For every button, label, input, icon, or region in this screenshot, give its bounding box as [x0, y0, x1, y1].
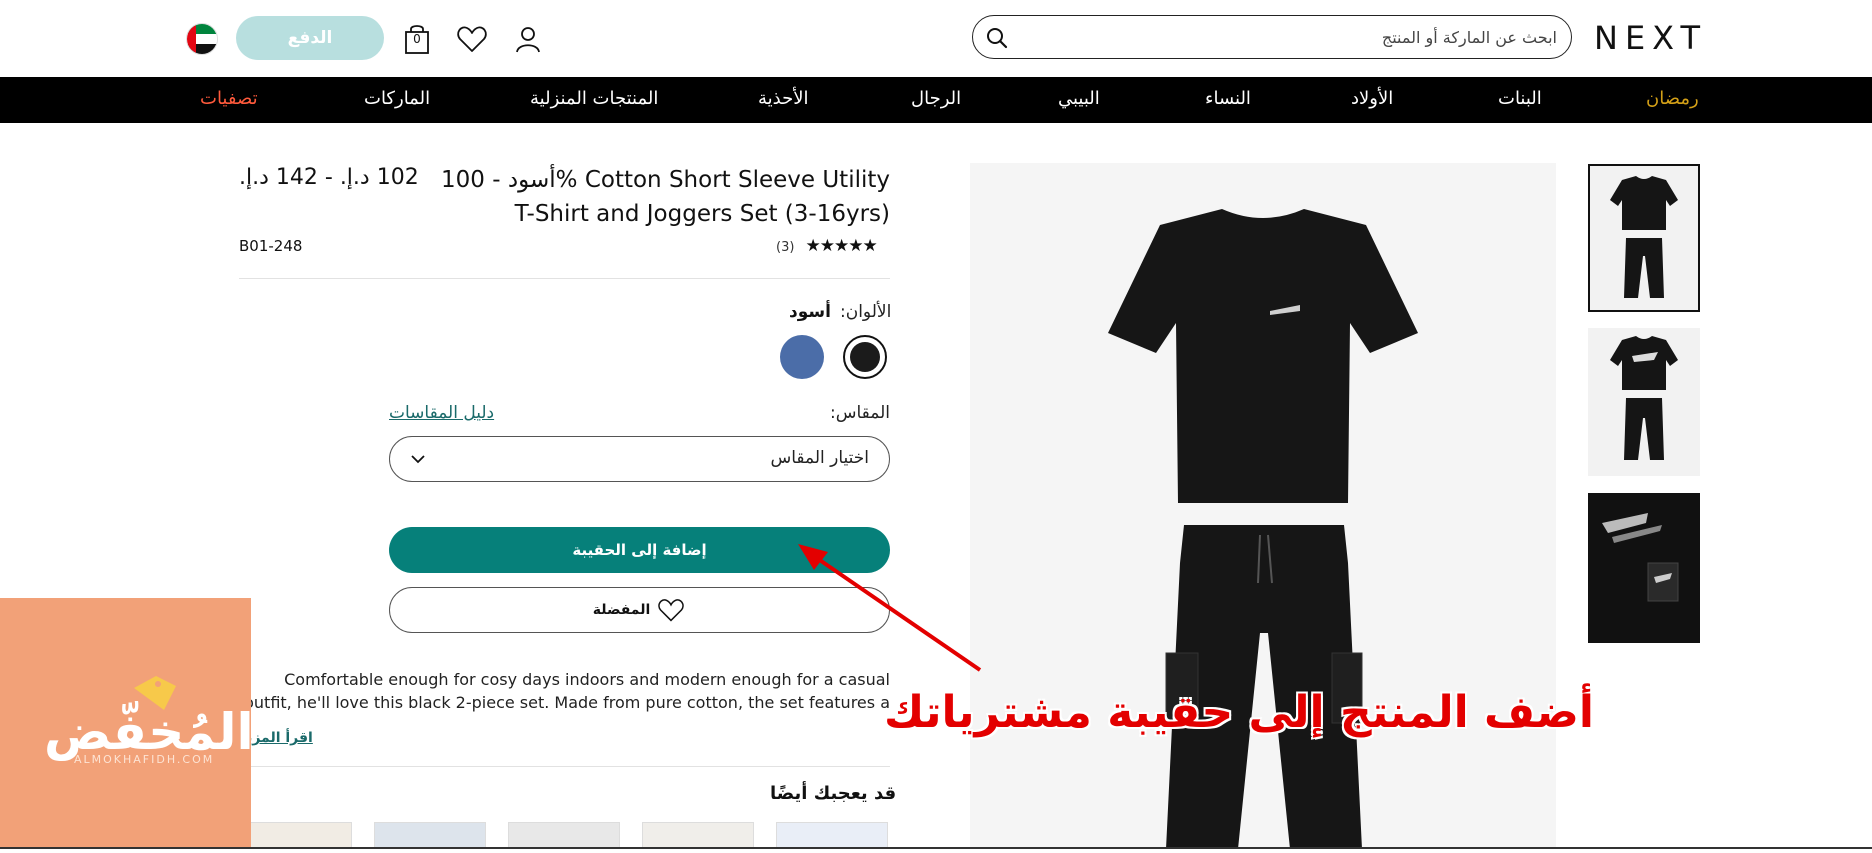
size-guide-link[interactable]: دليل المقاسات	[389, 403, 494, 423]
selected-colour: أسود	[789, 302, 831, 322]
nav-brands[interactable]: الماركات	[364, 88, 430, 109]
shopping-bag-icon[interactable]: 0	[402, 23, 432, 55]
bag-count-badge: 0	[413, 32, 421, 46]
nav-baby[interactable]: البيبي	[1058, 88, 1100, 109]
product-main-image[interactable]	[970, 163, 1556, 849]
annotation-arrow-icon	[798, 544, 982, 672]
size-select-value: اختيار المقاس	[770, 448, 869, 468]
recommendations-title: قد يعجبك أيضًا	[770, 783, 897, 804]
size-select[interactable]: اختيار المقاس	[389, 436, 890, 482]
search-icon[interactable]	[985, 26, 1009, 50]
site-header: NEXT ابحث عن الماركة أو المنتج 0 الدفع	[0, 0, 1872, 77]
star-rating-icon: ★★★★★	[805, 236, 878, 256]
product-thumbnail-3[interactable]	[1588, 493, 1700, 643]
checkout-button[interactable]: الدفع	[236, 16, 384, 60]
product-sku: B01-248	[239, 237, 303, 255]
size-label: المقاس:	[830, 403, 890, 423]
favourites-label: المفضلة	[592, 602, 651, 618]
nav-women[interactable]: النساء	[1205, 88, 1251, 109]
divider	[239, 766, 890, 767]
uae-flag-icon[interactable]	[186, 23, 218, 55]
colour-swatch-black[interactable]	[843, 335, 887, 379]
product-thumbnail-2[interactable]	[1588, 328, 1700, 476]
recommendation-card[interactable]	[508, 822, 620, 849]
recommendation-card[interactable]	[776, 822, 888, 849]
recommendation-card[interactable]	[374, 822, 486, 849]
annotation-text: أضف المنتج إلى حقيبة مشترياتك	[884, 687, 1594, 738]
nav-boys[interactable]: الأولاد	[1351, 88, 1393, 109]
next-logo[interactable]: NEXT	[1594, 20, 1700, 56]
recommendation-card[interactable]	[240, 822, 352, 849]
product-title: أسود - 100% Cotton Short Sleeve Utility …	[441, 167, 890, 227]
search-input[interactable]: ابحث عن الماركة أو المنتج	[1382, 28, 1557, 47]
recommendation-card[interactable]	[642, 822, 754, 849]
chevron-down-icon	[411, 455, 425, 464]
product-thumbnail-1[interactable]	[1588, 164, 1700, 312]
product-price: 102 د.إ. - 142 د.إ.	[239, 165, 419, 190]
nav-clearance[interactable]: تصفيات	[200, 88, 258, 109]
colour-swatch-blue[interactable]	[780, 335, 824, 379]
user-account-icon[interactable]	[513, 24, 543, 54]
nav-shoes[interactable]: الأحذية	[758, 88, 809, 109]
nav-home[interactable]: المنتجات المنزلية	[530, 88, 658, 109]
site-watermark: المُخفّض ALMOKHAFIDH.COM	[0, 598, 254, 849]
heart-icon	[658, 599, 685, 622]
nav-ramadan[interactable]: رمضان	[1646, 88, 1699, 109]
watermark-url: ALMOKHAFIDH.COM	[74, 753, 215, 766]
search-bar[interactable]: ابحث عن الماركة أو المنتج	[972, 15, 1572, 59]
favourites-heart-icon[interactable]	[456, 24, 488, 54]
main-navigation: رمضان البنات الأولاد النساء البيبي الرجا…	[0, 77, 1872, 123]
rating-count: (3)	[776, 240, 795, 255]
nav-men[interactable]: الرجال	[911, 88, 961, 109]
nav-girls[interactable]: البنات	[1498, 88, 1542, 109]
divider	[239, 278, 890, 279]
product-rating[interactable]: (3) ★★★★★	[776, 236, 878, 256]
colour-label: الألوان:	[840, 302, 892, 322]
